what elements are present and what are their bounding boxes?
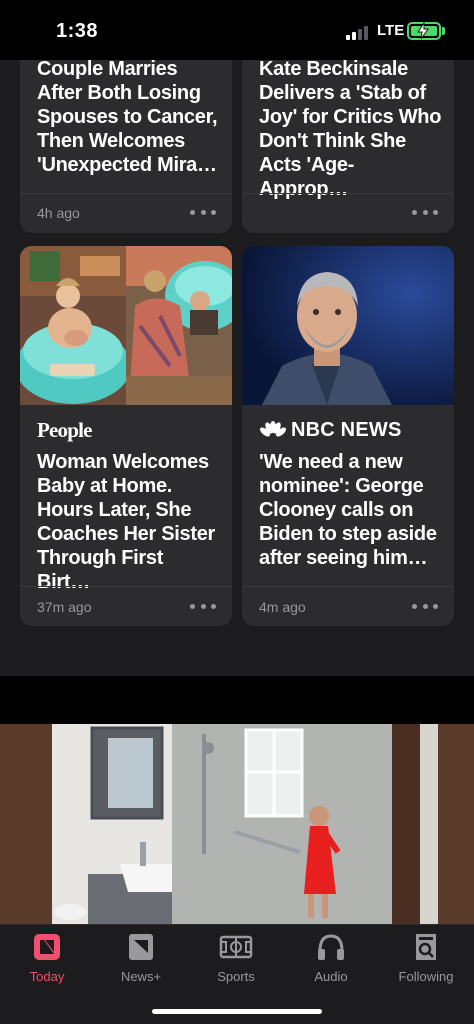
tab-following[interactable]: Following — [386, 931, 466, 991]
more-options-button[interactable] — [190, 205, 216, 219]
article-image — [20, 246, 232, 405]
more-options-button[interactable] — [412, 205, 438, 219]
card-divider — [242, 193, 454, 194]
publisher-name: NBC NEWS — [291, 418, 402, 441]
battery-cap — [442, 27, 445, 35]
article-image — [242, 246, 454, 405]
tab-sports[interactable]: Sports — [196, 931, 276, 991]
tab-today[interactable]: Today — [7, 931, 87, 991]
article-card[interactable]: Couple Marries After Both Losing Spouses… — [20, 60, 232, 233]
tab-label: Audio — [314, 969, 348, 984]
charging-bolt-icon — [417, 22, 429, 40]
more-options-button[interactable] — [190, 599, 216, 613]
peacock-icon — [260, 421, 286, 437]
tab-audio[interactable]: Audio — [291, 931, 371, 991]
more-options-button[interactable] — [412, 599, 438, 613]
article-card[interactable]: NBC NEWS 'We need a new nominee': George… — [242, 246, 454, 626]
status-bar: 1:38 LTE — [0, 0, 474, 60]
news-icon — [34, 934, 60, 960]
section-separator — [0, 676, 474, 724]
tab-label: Today — [29, 969, 65, 984]
signal-icon — [346, 26, 370, 40]
featured-video[interactable] — [0, 724, 474, 924]
network-type: LTE — [377, 22, 405, 39]
tab-label: Sports — [217, 969, 255, 984]
article-headline: Woman Welcomes Baby at Home. Hours Later… — [37, 451, 216, 593]
news-feed[interactable]: Couple Marries After Both Losing Spouses… — [0, 60, 474, 676]
following-icon — [416, 934, 436, 960]
article-timestamp: 4m ago — [259, 599, 306, 615]
sports-icon — [219, 935, 253, 959]
status-time: 1:38 — [56, 20, 99, 42]
card-divider — [20, 586, 232, 587]
home-indicator[interactable] — [152, 1009, 322, 1014]
tab-label: Following — [398, 969, 454, 984]
article-timestamp: 4h ago — [37, 205, 80, 221]
publisher-logo-people: People — [37, 418, 92, 442]
card-divider — [20, 193, 232, 194]
card-divider — [242, 586, 454, 587]
article-headline: Kate Beckinsale Delivers a 'Stab of Joy'… — [259, 60, 442, 200]
tab-bar: Today News+ Sports Audio Following — [0, 924, 474, 1024]
article-card[interactable]: Kate Beckinsale Delivers a 'Stab of Joy'… — [242, 60, 454, 233]
headphones-icon — [318, 934, 344, 960]
article-headline: Couple Marries After Both Losing Spouses… — [37, 60, 218, 176]
article-timestamp: 37m ago — [37, 599, 92, 615]
publisher-logo-nbc: NBC NEWS — [259, 418, 402, 442]
tab-news-plus[interactable]: News+ — [101, 931, 181, 991]
article-card[interactable]: People Woman Welcomes Baby at Home. Hour… — [20, 246, 232, 626]
publisher-name: People — [37, 417, 92, 442]
tab-label: News+ — [120, 969, 162, 984]
news-plus-icon — [129, 934, 153, 960]
article-headline: 'We need a new nominee': George Clooney … — [259, 451, 437, 569]
